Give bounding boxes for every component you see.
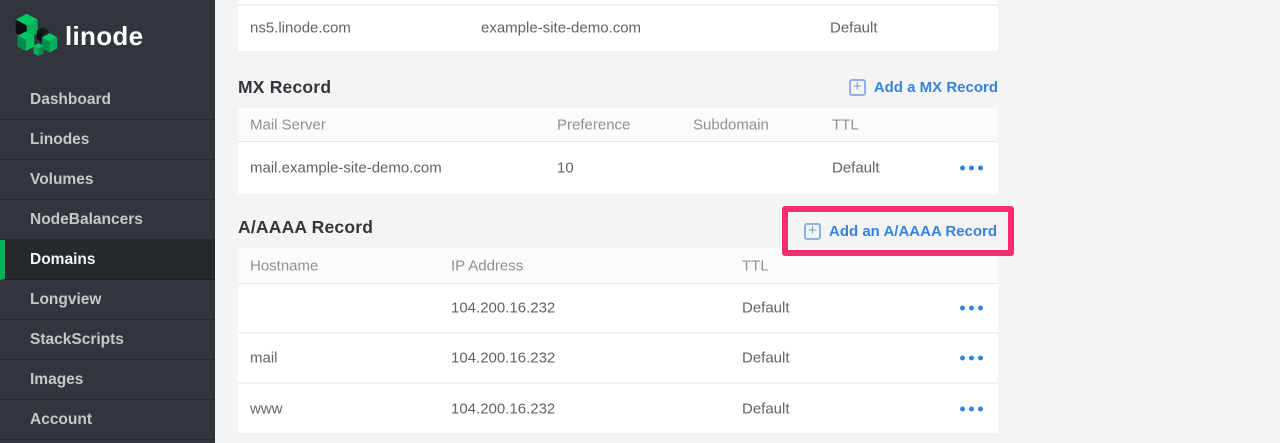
sidebar-item-label: Account [30, 411, 92, 428]
add-a-record-button[interactable]: Add an A/AAAA Record [804, 223, 997, 240]
plus-square-icon [804, 223, 821, 240]
add-mx-record-button[interactable]: Add a MX Record [849, 79, 998, 96]
sidebar-item-images[interactable]: Images [0, 360, 215, 400]
row-actions-button[interactable] [958, 302, 985, 315]
mx-ttl-cell: Default [832, 160, 880, 177]
ellipsis-icon [969, 356, 974, 361]
ellipsis-icon [978, 406, 983, 411]
a-record-row: mail 104.200.16.232 Default [238, 334, 998, 384]
sidebar-item-label: Domains [30, 251, 95, 268]
ellipsis-icon [960, 306, 965, 311]
add-a-record-wrap: Add an A/AAAA Record [788, 212, 1008, 250]
a-col-ip: IP Address [451, 257, 523, 274]
mx-section-header: MX Record Add a MX Record [238, 70, 998, 104]
mx-record-heading: MX Record [238, 77, 331, 98]
plus-square-icon [849, 79, 866, 96]
linode-logo-icon [14, 10, 58, 63]
add-a-record-label: Add an A/AAAA Record [829, 223, 997, 240]
a-hostname-cell: www [250, 400, 283, 417]
mx-mail-server-cell: mail.example-site-demo.com [250, 160, 442, 177]
mx-col-preference: Preference [557, 116, 630, 133]
a-ttl-cell: Default [742, 400, 790, 417]
sidebar-item-label: Volumes [30, 171, 93, 188]
row-actions-button[interactable] [958, 402, 985, 415]
mx-table-header: Mail Server Preference Subdomain TTL [238, 108, 998, 142]
a-hostname-cell: mail [250, 350, 278, 367]
a-record-row: www 104.200.16.232 Default [238, 384, 998, 433]
ellipsis-icon [960, 406, 965, 411]
ellipsis-icon [969, 306, 974, 311]
a-col-hostname: Hostname [250, 257, 318, 274]
sidebar-nav: Dashboard Linodes Volumes NodeBalancers … [0, 80, 215, 440]
row-divider [238, 4, 998, 6]
a-record-row: 104.200.16.232 Default [238, 284, 998, 334]
a-table: Hostname IP Address TTL 104.200.16.232 D… [238, 248, 998, 433]
a-record-heading: A/AAAA Record [238, 217, 373, 238]
sidebar-item-volumes[interactable]: Volumes [0, 160, 215, 200]
sidebar-item-label: Images [30, 371, 83, 388]
sidebar-item-nodebalancers[interactable]: NodeBalancers [0, 200, 215, 240]
ellipsis-icon [960, 356, 965, 361]
sidebar-item-label: Longview [30, 291, 101, 308]
mx-preference-cell: 10 [557, 160, 574, 177]
mx-table: Mail Server Preference Subdomain TTL mai… [238, 108, 998, 194]
ellipsis-icon [969, 406, 974, 411]
mx-col-mail-server: Mail Server [250, 116, 326, 133]
a-ip-cell: 104.200.16.232 [451, 300, 555, 317]
a-col-ttl: TTL [742, 257, 769, 274]
linode-logo[interactable]: linode [14, 10, 143, 62]
sidebar-item-label: NodeBalancers [30, 211, 143, 228]
page: linode Dashboard Linodes Volumes NodeBal… [0, 0, 1280, 443]
ns-ttl-cell: Default [830, 19, 878, 36]
brand-name: linode [65, 21, 143, 52]
ns-subdomain-cell: example-site-demo.com [481, 19, 641, 36]
sidebar-item-linodes[interactable]: Linodes [0, 120, 215, 160]
sidebar-item-label: Linodes [30, 131, 89, 148]
sidebar-item-label: Dashboard [30, 91, 111, 108]
ns-record-row: ns5.linode.com example-site-demo.com Def… [238, 0, 998, 51]
a-ip-cell: 104.200.16.232 [451, 350, 555, 367]
sidebar-item-account[interactable]: Account [0, 400, 215, 440]
sidebar-item-domains[interactable]: Domains [0, 240, 215, 280]
sidebar-item-label: StackScripts [30, 331, 124, 348]
mx-col-subdomain: Subdomain [693, 116, 769, 133]
row-actions-button[interactable] [958, 352, 985, 365]
a-ttl-cell: Default [742, 300, 790, 317]
sidebar-item-dashboard[interactable]: Dashboard [0, 80, 215, 120]
add-mx-record-label: Add a MX Record [874, 79, 998, 96]
ellipsis-icon [978, 356, 983, 361]
mx-record-row: mail.example-site-demo.com 10 Default [238, 142, 998, 194]
row-actions-button[interactable] [958, 162, 985, 175]
ns-name-server-cell: ns5.linode.com [250, 19, 351, 36]
sidebar-item-longview[interactable]: Longview [0, 280, 215, 320]
a-ttl-cell: Default [742, 350, 790, 367]
a-ip-cell: 104.200.16.232 [451, 400, 555, 417]
sidebar-item-stackscripts[interactable]: StackScripts [0, 320, 215, 360]
ellipsis-icon [978, 306, 983, 311]
mx-col-ttl: TTL [832, 116, 859, 133]
ellipsis-icon [969, 166, 974, 171]
ellipsis-icon [960, 166, 965, 171]
ellipsis-icon [978, 166, 983, 171]
sidebar: linode Dashboard Linodes Volumes NodeBal… [0, 0, 215, 443]
a-table-header: Hostname IP Address TTL [238, 248, 998, 284]
